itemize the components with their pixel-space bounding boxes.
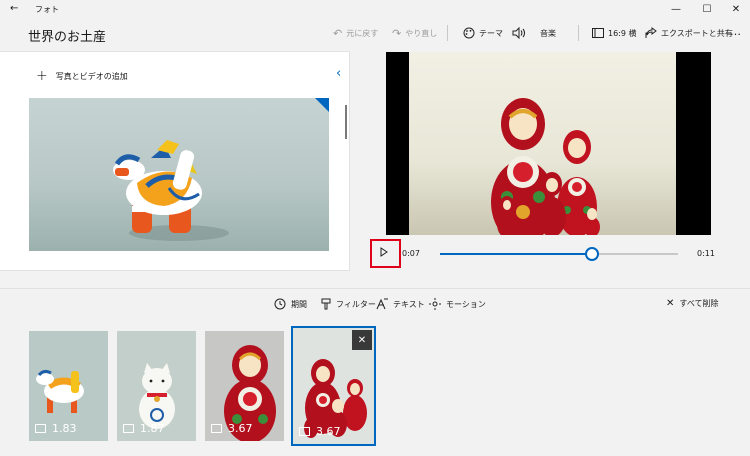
collapse-chevron-icon[interactable]: ‹ <box>336 66 341 81</box>
seek-progress <box>440 253 593 255</box>
project-title[interactable]: 世界のお土産 <box>28 26 106 45</box>
storyboard-card[interactable]: 1.87 <box>117 331 196 441</box>
theme-button[interactable]: テーマ <box>463 24 503 42</box>
photo-icon <box>35 424 46 433</box>
photo-icon <box>299 427 310 436</box>
export-share-button[interactable]: エクスポートと共有 <box>645 24 733 42</box>
back-arrow-icon[interactable]: ← <box>10 3 18 14</box>
minimize-button[interactable]: — <box>662 0 690 18</box>
toolbar-divider <box>447 25 448 41</box>
remove-card-button[interactable]: ✕ <box>352 330 372 350</box>
add-photos-videos-button[interactable]: + 写真とビデオの追加 <box>36 68 128 84</box>
play-icon[interactable] <box>379 247 389 257</box>
toolbar-divider <box>578 25 579 41</box>
duration-label: 3.67 <box>211 422 253 435</box>
clock-icon <box>274 298 286 310</box>
photo-icon <box>211 424 222 433</box>
motion-icon <box>429 298 441 310</box>
duration-label: 1.83 <box>35 422 77 435</box>
close-x-icon: ✕ <box>666 298 675 309</box>
duration-label: 3.67 <box>299 425 341 438</box>
library-thumbnail-camel[interactable] <box>29 98 329 251</box>
maximize-button[interactable]: ☐ <box>693 0 721 18</box>
storyboard-card-selected[interactable]: ✕ 3.67 <box>291 326 376 446</box>
aspect-ratio-button[interactable]: 16:9 横 <box>592 24 637 42</box>
close-icon: ✕ <box>357 334 367 346</box>
duration-label: 1.87 <box>123 422 165 435</box>
more-options-button[interactable]: … <box>730 22 741 40</box>
seek-thumb[interactable] <box>585 247 600 261</box>
remove-all-button[interactable]: ✕ すべて削除 <box>666 298 719 309</box>
plus-icon: + <box>36 68 48 84</box>
motion-button[interactable]: モーション <box>429 298 486 310</box>
undo-icon: ↶ <box>333 26 343 40</box>
redo-icon: ↷ <box>392 26 402 40</box>
current-time: 0:07 <box>402 249 420 258</box>
camel-figurine-image <box>29 98 329 251</box>
filters-button[interactable]: フィルター <box>321 298 376 310</box>
redo-button[interactable]: ↷ やり直し <box>392 24 437 42</box>
preview-frame-image <box>409 52 676 235</box>
total-time: 0:11 <box>697 249 715 258</box>
seek-track[interactable] <box>440 247 678 261</box>
title-bar: ← フォト — ☐ ✕ <box>0 0 750 18</box>
close-window-button[interactable]: ✕ <box>722 0 750 18</box>
filter-brush-icon <box>321 298 331 310</box>
storyboard-card[interactable]: 1.83 <box>29 331 108 441</box>
text-icon <box>376 298 388 310</box>
storyboard-card[interactable]: 3.67 <box>205 331 284 441</box>
library-scrollbar[interactable] <box>345 105 347 139</box>
share-icon <box>645 27 657 39</box>
matryoshka-dolls-image <box>409 52 676 235</box>
music-button[interactable]: 音楽 <box>512 24 556 42</box>
text-button[interactable]: テキスト <box>376 298 425 310</box>
duration-button[interactable]: 期間 <box>274 298 307 310</box>
palette-icon <box>463 27 475 39</box>
photo-icon <box>123 424 134 433</box>
undo-button[interactable]: ↶ 元に戻す <box>333 24 378 42</box>
app-title: フォト <box>35 5 59 14</box>
aspect-ratio-icon <box>592 28 604 38</box>
selected-corner-marker <box>315 98 329 112</box>
speaker-icon <box>512 27 526 39</box>
